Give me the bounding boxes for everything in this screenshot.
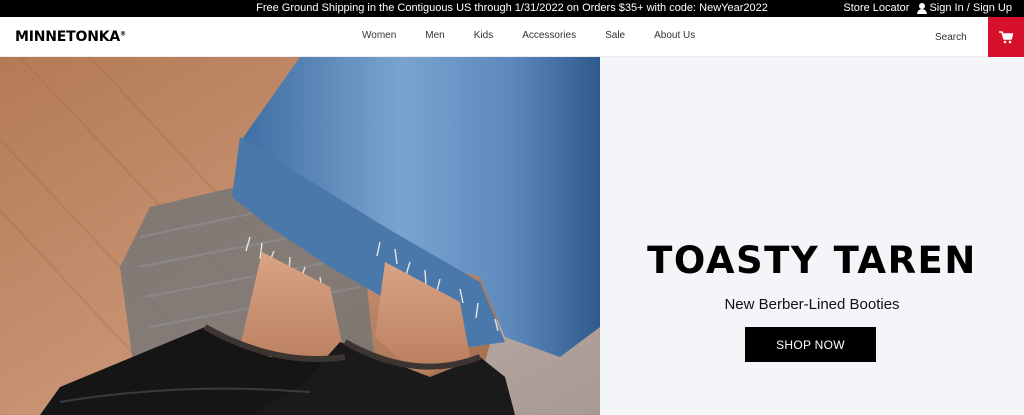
site-header: MINNETONKA® Women Men Kids Accessories S… (0, 17, 1024, 57)
sign-in-label: Sign In / Sign Up (929, 2, 1012, 14)
nav-item-about-us[interactable]: About Us (654, 30, 695, 41)
nav-item-accessories[interactable]: Accessories (522, 30, 576, 41)
hero-image[interactable] (0, 57, 600, 415)
user-icon (917, 2, 928, 14)
store-locator-link[interactable]: Store Locator (843, 2, 909, 14)
main-nav: Women Men Kids Accessories Sale About Us (362, 30, 695, 41)
hero-title: TOASTY TAREN (647, 239, 977, 282)
hero-subtitle: New Berber-Lined Booties (724, 296, 900, 313)
sign-in-link[interactable]: Sign In / Sign Up (917, 2, 1012, 14)
nav-item-women[interactable]: Women (362, 30, 396, 41)
logo[interactable]: MINNETONKA® (15, 29, 126, 45)
logo-mark: ® (120, 30, 126, 38)
hero-photo (0, 57, 600, 415)
nav-item-sale[interactable]: Sale (605, 30, 625, 41)
logo-text: MINNETONKA (15, 29, 120, 45)
nav-item-men[interactable]: Men (425, 30, 444, 41)
utility-links: Store Locator Sign In / Sign Up (843, 2, 1012, 14)
promo-bar: Free Ground Shipping in the Contiguous U… (0, 0, 1024, 17)
cart-button[interactable] (988, 17, 1024, 57)
hero-banner: TOASTY TAREN New Berber-Lined Booties SH… (0, 57, 1024, 415)
hero-panel: TOASTY TAREN New Berber-Lined Booties SH… (600, 57, 1024, 415)
search-link[interactable]: Search (935, 32, 967, 43)
shop-now-button[interactable]: SHOP NOW (745, 327, 876, 362)
nav-item-kids[interactable]: Kids (474, 30, 493, 41)
shopping-cart-icon (999, 30, 1013, 43)
